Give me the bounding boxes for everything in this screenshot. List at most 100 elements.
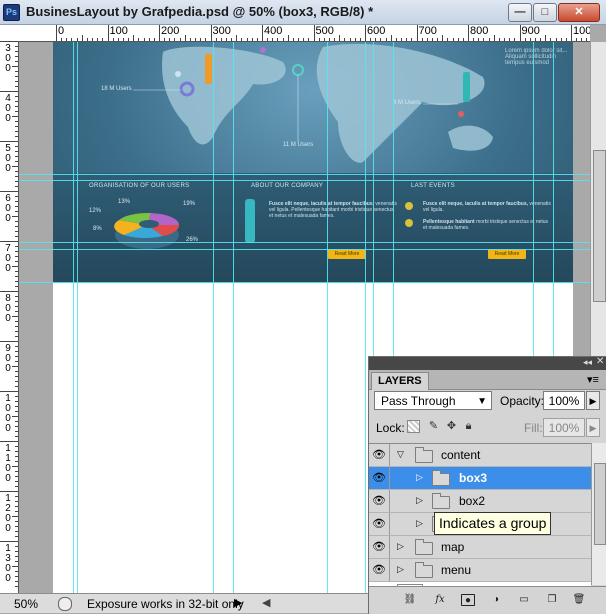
close-panel-icon[interactable]: ✕ bbox=[596, 356, 604, 367]
ruler-tick bbox=[462, 38, 464, 41]
vertical-ruler[interactable]: 3 0 0 4 0 0 5 0 0 6 0 0 7 0 0 8 0 0 9 0 0 1 0 0… bbox=[0, 41, 19, 593]
guide-vertical[interactable] bbox=[233, 42, 234, 593]
zoom-level[interactable]: 50% bbox=[14, 597, 38, 611]
link-layers-icon[interactable]: ⛓ bbox=[403, 594, 417, 606]
tab-layers[interactable]: LAYERS bbox=[371, 372, 429, 390]
new-group-icon[interactable]: ▭ bbox=[517, 594, 531, 606]
ruler-tick bbox=[15, 256, 18, 257]
status-info-icon[interactable] bbox=[58, 597, 72, 611]
guide-horizontal[interactable] bbox=[19, 174, 590, 175]
collapse-panel-icon[interactable]: ◂◂ bbox=[583, 357, 592, 368]
ruler-tick bbox=[15, 206, 18, 207]
layer-row-content[interactable]: 👁︎ ▽ content bbox=[369, 444, 591, 467]
ruler-tick bbox=[15, 261, 18, 262]
ruler-tick bbox=[431, 38, 433, 41]
layer-row-box3[interactable]: 👁︎ ▷ box3 bbox=[369, 467, 591, 490]
panel-menu-icon[interactable]: ▾≡ bbox=[587, 373, 599, 386]
horizontal-ruler[interactable]: 0 100 200 300 400 500 600 700 800 900 1000 bbox=[18, 25, 590, 42]
layers-scroll-thumb[interactable] bbox=[594, 463, 606, 545]
guide-vertical[interactable] bbox=[327, 42, 328, 593]
guide-vertical[interactable] bbox=[365, 42, 366, 593]
ruler-tick bbox=[411, 38, 413, 41]
tooltip: Indicates a group bbox=[434, 512, 552, 535]
guide-horizontal[interactable] bbox=[19, 282, 590, 283]
layer-row-box2[interactable]: 👁︎ ▷ box2 bbox=[369, 490, 591, 513]
ruler-tick bbox=[15, 551, 18, 552]
lock-transparent-pixels-icon[interactable] bbox=[407, 420, 420, 433]
ruler-tick bbox=[256, 38, 258, 41]
blend-mode-value: Pass Through bbox=[381, 394, 456, 408]
close-button[interactable]: ✕ bbox=[558, 3, 600, 22]
ruler-tick bbox=[15, 476, 18, 477]
visibility-eye-icon[interactable]: 👁︎ bbox=[369, 559, 390, 581]
ruler-tick bbox=[0, 541, 18, 542]
ruler-tick bbox=[15, 486, 18, 487]
guide-horizontal[interactable] bbox=[19, 242, 590, 243]
layers-scrollbar[interactable] bbox=[591, 443, 606, 585]
new-layer-icon[interactable]: ❐ bbox=[545, 594, 559, 606]
visibility-eye-icon[interactable]: 👁︎ bbox=[369, 467, 390, 489]
ruler-tick bbox=[0, 141, 18, 142]
ruler-tick bbox=[560, 38, 562, 41]
collapse-triangle-icon[interactable]: ▽ bbox=[397, 449, 404, 460]
ruler-tick bbox=[339, 35, 341, 41]
ruler-tick bbox=[107, 25, 109, 41]
layer-row-menu[interactable]: 👁︎ ▷ menu bbox=[369, 559, 591, 582]
scroll-left-icon[interactable]: ◀ bbox=[262, 596, 270, 609]
canvas-scroll-thumb[interactable] bbox=[593, 150, 606, 302]
ruler-tick bbox=[15, 536, 18, 537]
ruler-tick bbox=[15, 286, 18, 287]
ruler-tick bbox=[71, 38, 73, 41]
status-menu-arrow-icon[interactable]: ▶ bbox=[234, 596, 242, 609]
ruler-tick bbox=[225, 38, 227, 41]
maximize-button[interactable]: □ bbox=[533, 3, 557, 22]
add-mask-icon[interactable]: ● bbox=[461, 594, 475, 606]
visibility-eye-icon[interactable]: 👁︎ bbox=[369, 444, 390, 466]
expand-triangle-icon[interactable]: ▷ bbox=[397, 564, 404, 575]
guide-vertical[interactable] bbox=[213, 42, 214, 593]
ruler-left-label: 3 0 0 bbox=[5, 43, 11, 74]
ruler-tick bbox=[128, 38, 130, 41]
fill-input[interactable]: 100% bbox=[543, 418, 585, 437]
lock-image-pixels-icon[interactable]: ✎ bbox=[427, 420, 440, 433]
ruler-tick bbox=[15, 181, 18, 182]
ruler-tick bbox=[15, 321, 18, 322]
opacity-slider-arrow-icon[interactable]: ▶ bbox=[586, 391, 600, 410]
visibility-eye-icon[interactable]: 👁︎ bbox=[369, 513, 390, 535]
guide-horizontal[interactable] bbox=[19, 180, 590, 181]
expand-triangle-icon[interactable]: ▷ bbox=[416, 472, 423, 483]
lock-position-icon[interactable]: ✥ bbox=[445, 420, 458, 433]
ruler-tick bbox=[15, 461, 18, 462]
ruler-tick bbox=[365, 25, 366, 41]
pie-label-4: 8% bbox=[93, 226, 102, 232]
guide-vertical[interactable] bbox=[73, 42, 74, 593]
ruler-top-label: 1000 bbox=[573, 25, 590, 37]
ruler-tick bbox=[504, 38, 506, 41]
adjustment-layer-icon[interactable]: ◑ bbox=[489, 594, 503, 606]
ruler-tick bbox=[390, 35, 392, 41]
ruler-tick bbox=[12, 166, 18, 167]
expand-triangle-icon[interactable]: ▷ bbox=[397, 541, 404, 552]
opacity-input[interactable]: 100% bbox=[543, 391, 585, 410]
canvas-vertical-scrollbar[interactable] bbox=[590, 42, 606, 356]
ruler-tick bbox=[12, 466, 18, 467]
ruler-tick bbox=[15, 356, 18, 357]
layer-name: content bbox=[441, 448, 481, 462]
close-icon: ✕ bbox=[574, 6, 584, 18]
layer-style-fx-icon[interactable]: fx bbox=[433, 594, 447, 606]
ruler-tick bbox=[15, 496, 18, 497]
visibility-eye-icon[interactable]: 👁︎ bbox=[369, 490, 390, 512]
group-folder-icon bbox=[415, 562, 433, 578]
blend-mode-select[interactable]: Pass Through ▼ bbox=[374, 391, 492, 410]
fill-slider-arrow-icon[interactable]: ▶ bbox=[586, 418, 600, 437]
minimize-button[interactable]: — bbox=[508, 3, 532, 22]
visibility-eye-icon[interactable]: 👁︎ bbox=[369, 536, 390, 558]
delete-layer-icon[interactable]: 🗑︎ bbox=[572, 594, 586, 606]
expand-triangle-icon[interactable]: ▷ bbox=[416, 518, 423, 529]
expand-triangle-icon[interactable]: ▷ bbox=[416, 495, 423, 506]
layer-row-map[interactable]: 👁︎ ▷ map bbox=[369, 536, 591, 559]
guide-horizontal[interactable] bbox=[19, 249, 590, 250]
lock-all-icon[interactable]: 🔒︎ bbox=[462, 420, 475, 433]
guide-vertical[interactable] bbox=[77, 42, 78, 593]
ruler-corner[interactable] bbox=[0, 25, 19, 42]
